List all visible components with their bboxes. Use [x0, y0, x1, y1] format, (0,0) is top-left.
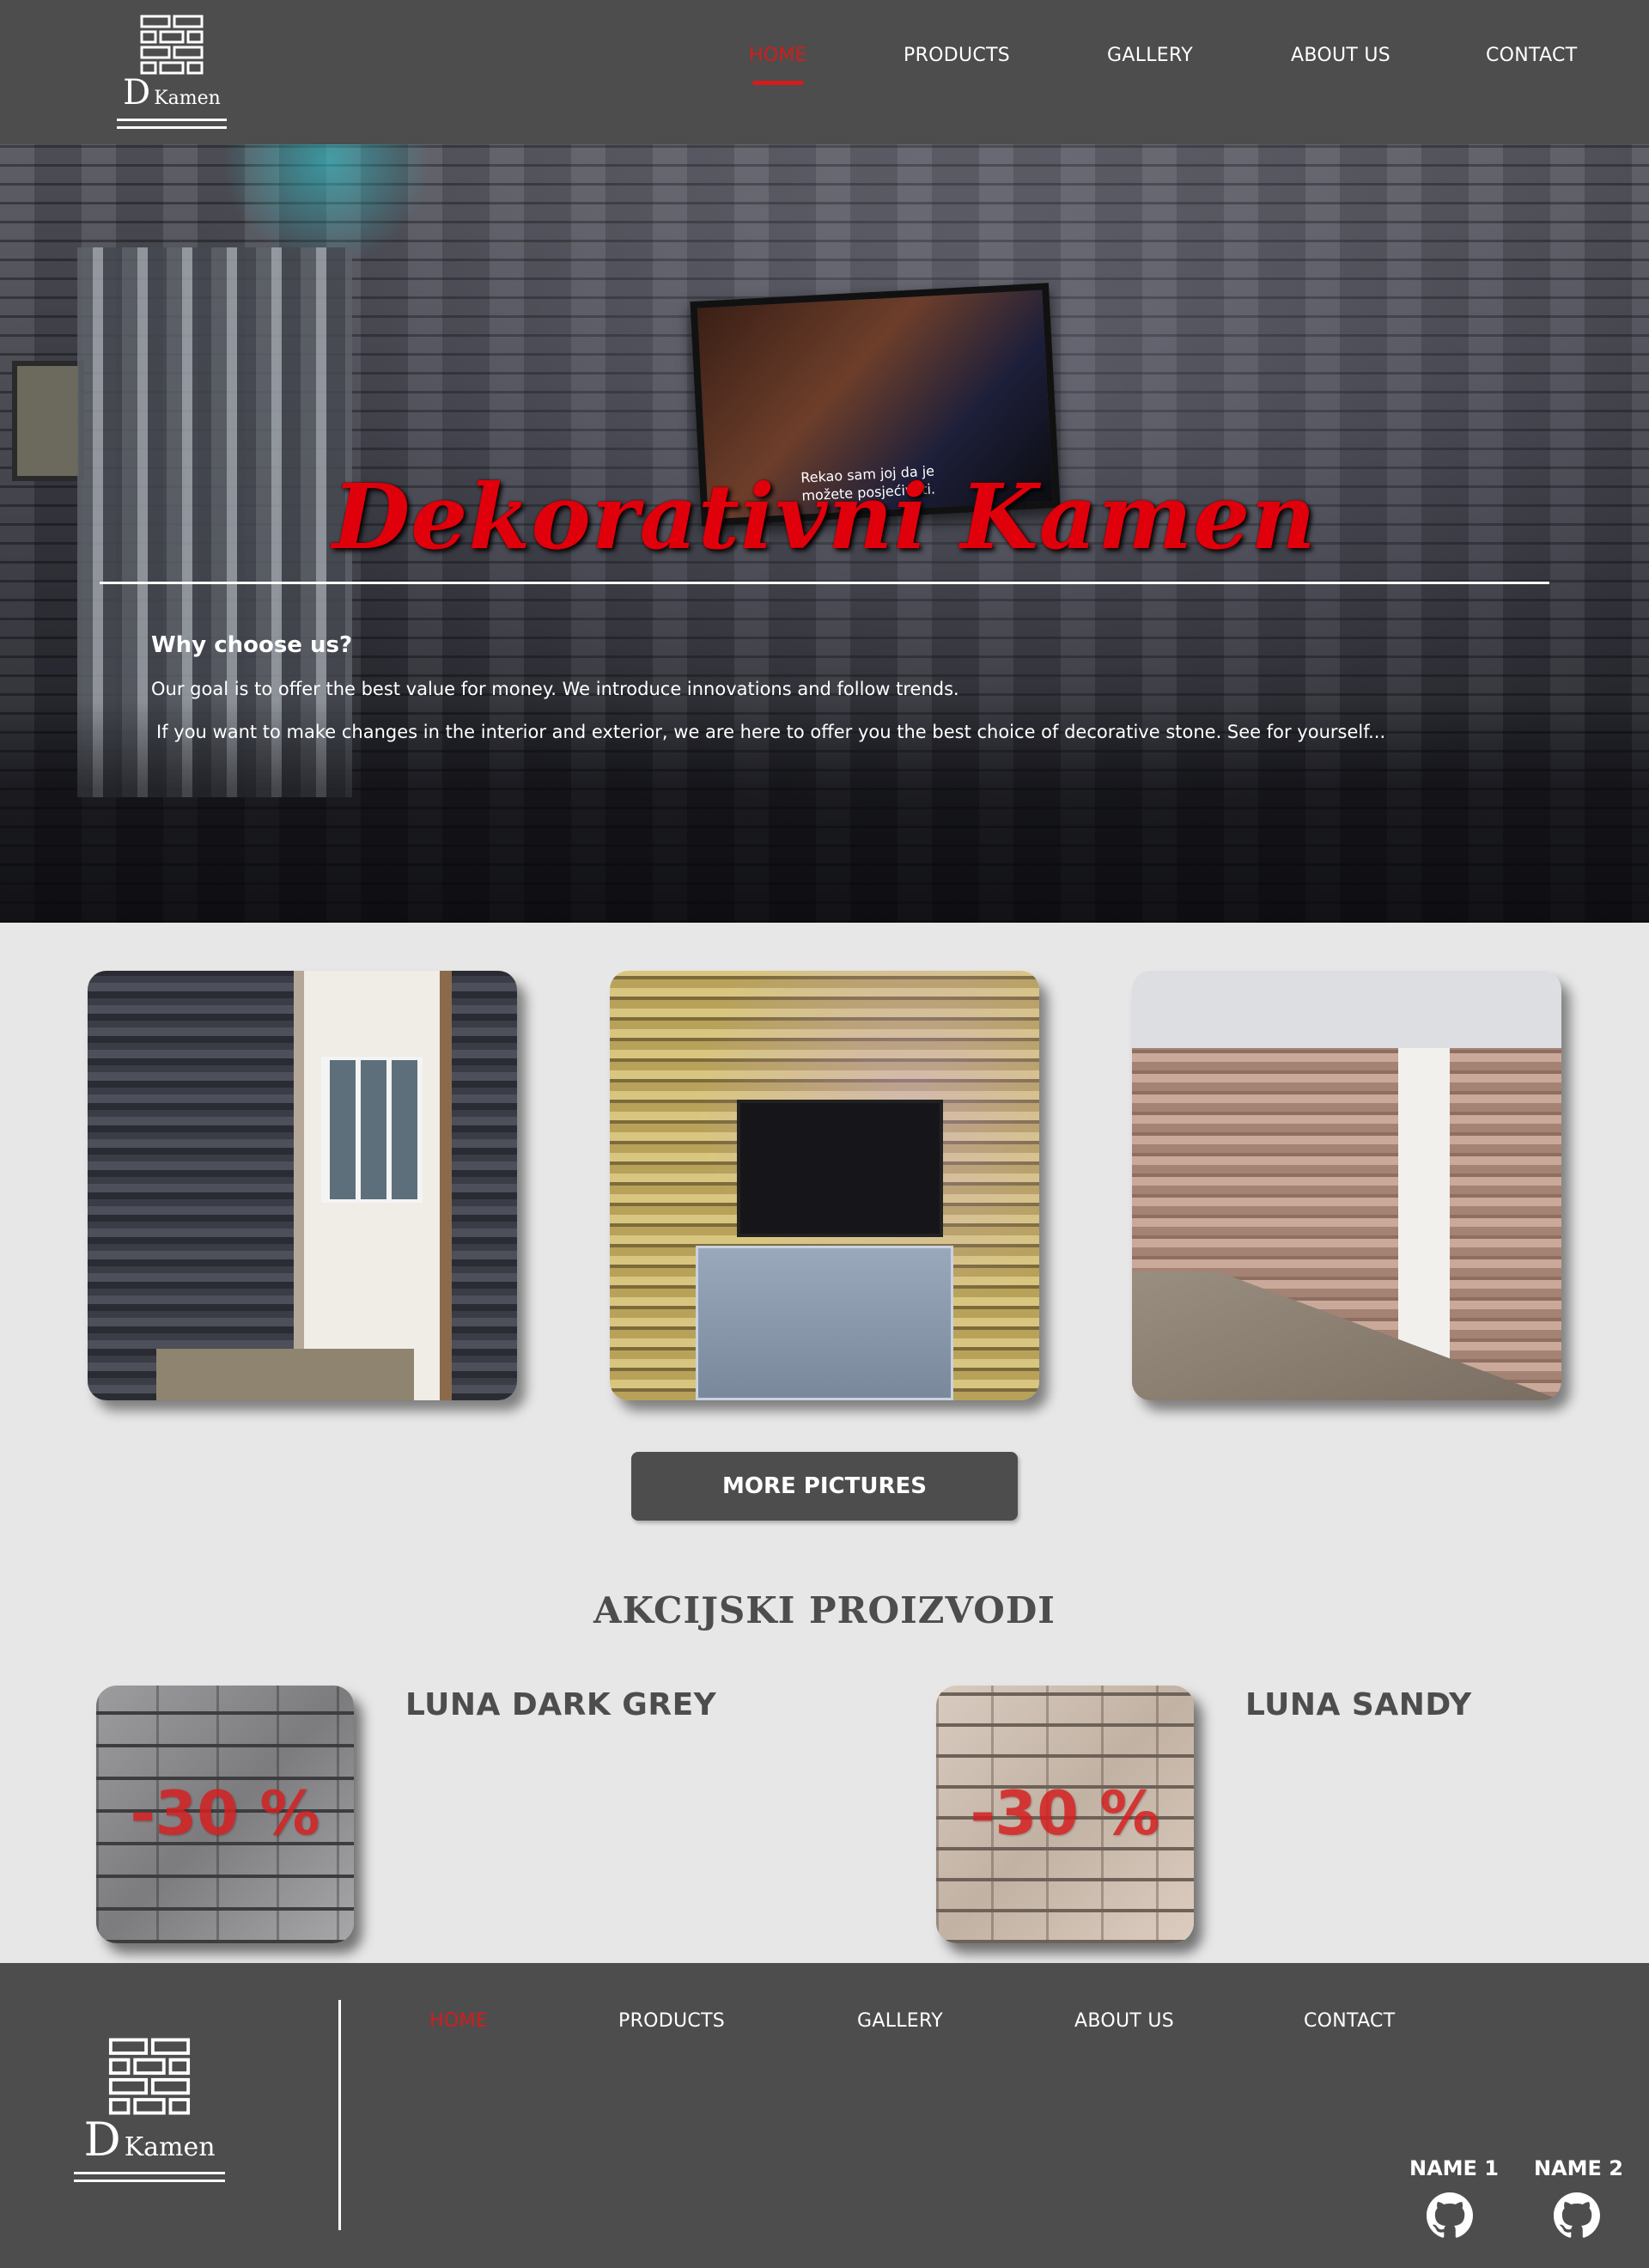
why-text-line2: If you want to make changes in the inter… — [156, 722, 1386, 742]
nav-about-us[interactable]: ABOUT US — [1291, 45, 1390, 66]
nav-products[interactable]: PRODUCTS — [904, 45, 1010, 66]
tv-cabinet — [696, 1246, 953, 1400]
gallery-photo-tv-wall[interactable] — [610, 971, 1039, 1400]
nav-gallery[interactable]: GALLERY — [1107, 45, 1193, 66]
more-pictures-button[interactable]: MORE PICTURES — [631, 1452, 1018, 1521]
footer-nav-contact[interactable]: CONTACT — [1304, 2010, 1395, 2032]
footer-nav-home[interactable]: HOME — [429, 2010, 488, 2032]
site-footer — [0, 1963, 1649, 2268]
brand-word: Kamen — [154, 88, 221, 109]
product-name-luna-sandy[interactable]: LUNA SANDY — [1245, 1687, 1472, 1722]
why-text-line1: Our goal is to offer the best value for … — [151, 679, 959, 699]
product-image-luna-sandy[interactable]: -30 % — [936, 1686, 1194, 1943]
product-image-luna-dark-grey[interactable]: -30 % — [96, 1686, 354, 1943]
nav-home[interactable]: HOME — [749, 45, 807, 85]
gallery-photo-sandy-wall[interactable] — [1132, 971, 1561, 1400]
footer-logo-underline — [74, 2167, 225, 2182]
floor — [1132, 1271, 1561, 1400]
github-icon[interactable] — [1427, 2192, 1473, 2239]
discount-badge: -30 % — [130, 1778, 320, 1849]
footer-brand-letter: D — [83, 2113, 121, 2167]
brand-letter: D — [123, 73, 151, 113]
door-step — [156, 1349, 414, 1400]
nav-contact[interactable]: CONTACT — [1486, 45, 1577, 66]
footer-nav-gallery[interactable]: GALLERY — [857, 2010, 943, 2032]
discount-badge: -30 % — [970, 1778, 1160, 1849]
footer-nav-products[interactable]: PRODUCTS — [618, 2010, 725, 2032]
wall-picture — [12, 361, 84, 481]
logo-underline — [117, 113, 227, 129]
bricks-icon — [108, 2038, 191, 2115]
credit-name-1: NAME 1 — [1409, 2156, 1499, 2180]
credit-name-2: NAME 2 — [1534, 2156, 1623, 2180]
door-window — [321, 1057, 423, 1203]
footer-nav-about-us[interactable]: ABOUT US — [1074, 2010, 1174, 2032]
bricks-icon — [140, 15, 204, 75]
brand-logo[interactable]: D Kamen — [117, 14, 227, 129]
site-header: D Kamen HOME PRODUCTS GALLERY ABOUT US C… — [0, 0, 1649, 144]
product-name-luna-dark-grey[interactable]: LUNA DARK GREY — [405, 1687, 716, 1722]
footer-logo[interactable]: D Kamen — [74, 2036, 225, 2182]
sales-heading: AKCIJSKI PROIZVODI — [593, 1589, 1056, 1631]
hero-divider — [100, 582, 1549, 584]
tv-photo-screen — [737, 1100, 943, 1237]
github-icon[interactable] — [1554, 2192, 1600, 2239]
brand-name: D Kamen — [123, 76, 221, 110]
footer-brand-name: D Kamen — [83, 2117, 215, 2163]
hero-title: Dekorativni Kamen — [332, 464, 1317, 570]
gallery-photo-dark-wall[interactable] — [88, 971, 517, 1400]
footer-divider — [338, 2000, 341, 2230]
why-choose-us-title: Why choose us? — [151, 632, 353, 658]
footer-brand-word: Kamen — [124, 2132, 216, 2162]
